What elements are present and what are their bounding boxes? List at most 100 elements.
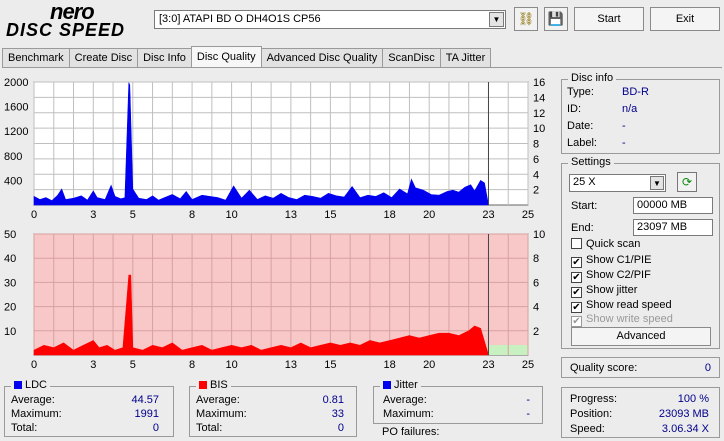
y-left-tick-label: 20 bbox=[4, 302, 16, 314]
progress-label: Progress: bbox=[570, 393, 618, 405]
x-tick-label: 10 bbox=[225, 359, 237, 371]
y-right-tick-label: 10 bbox=[533, 229, 545, 241]
tab-benchmark[interactable]: Benchmark bbox=[2, 48, 70, 67]
x-tick-label: 0 bbox=[31, 359, 37, 371]
chevron-down-icon[interactable]: ▼ bbox=[489, 12, 504, 27]
ldc-title-text: LDC bbox=[25, 379, 48, 391]
jitter-title: Jitter bbox=[380, 379, 421, 391]
quality-score-label: Quality score: bbox=[570, 362, 638, 374]
checkmark-icon: ✔ bbox=[571, 257, 582, 268]
quality-score-value: 0 bbox=[704, 362, 711, 374]
y-left-tick-label: 400 bbox=[4, 175, 22, 187]
tab-divider bbox=[2, 67, 722, 68]
tab-advanced-disc-quality[interactable]: Advanced Disc Quality bbox=[260, 48, 384, 67]
ldc-color-swatch bbox=[14, 381, 22, 390]
exit-button[interactable]: Exit bbox=[650, 7, 720, 31]
refresh-speed-button[interactable]: ⟳ bbox=[677, 172, 697, 192]
y-right-tick-label: 12 bbox=[533, 108, 545, 120]
y-right-tick-label: 6 bbox=[533, 154, 539, 166]
bis-total-value: 0 bbox=[337, 422, 344, 434]
show-jitter-label: Show jitter bbox=[586, 284, 638, 296]
x-tick-label: 25 bbox=[522, 359, 534, 371]
jitter-avg-value: - bbox=[526, 394, 530, 406]
x-tick-label: 15 bbox=[324, 209, 336, 221]
checkmark-icon: ✔ bbox=[571, 302, 582, 313]
x-tick-label: 15 bbox=[324, 359, 336, 371]
x-tick-label: 8 bbox=[189, 359, 195, 371]
y-right-tick-label: 8 bbox=[533, 253, 539, 265]
drive-link-icon: ⛓ bbox=[517, 11, 535, 26]
y-right-tick-label: 14 bbox=[533, 92, 545, 104]
x-tick-label: 20 bbox=[423, 209, 435, 221]
position-value: 23093 MB bbox=[658, 408, 709, 420]
checkmark-icon: ✔ bbox=[571, 287, 582, 298]
x-tick-label: 13 bbox=[285, 359, 297, 371]
progress-box: Progress: 100 % Position: 23093 MB Speed… bbox=[561, 387, 720, 438]
bis-max-value: 33 bbox=[331, 408, 344, 420]
show-read-speed-checkbox[interactable]: ✔ Show read speed bbox=[571, 299, 672, 313]
show-c2-checkbox[interactable]: ✔ Show C2/PIF bbox=[571, 269, 651, 283]
show-c1-checkbox[interactable]: ✔ Show C1/PIE bbox=[571, 254, 651, 268]
refresh-icon: ⟳ bbox=[681, 175, 693, 189]
bis-title: BIS bbox=[196, 379, 231, 391]
ldc-total-label: Total: bbox=[11, 422, 38, 434]
x-tick-label: 10 bbox=[225, 209, 237, 221]
save-button[interactable]: 💾 bbox=[544, 7, 568, 31]
quick-scan-checkbox[interactable]: Quick scan bbox=[571, 238, 640, 250]
tab-ta-jitter[interactable]: TA Jitter bbox=[439, 48, 492, 67]
speed-select-value: 25 X bbox=[573, 176, 596, 188]
tab-scandisc[interactable]: ScanDisc bbox=[382, 48, 441, 67]
y-left-tick-label: 50 bbox=[4, 229, 16, 241]
start-input[interactable]: 00000 MB bbox=[633, 197, 713, 214]
ldc-title: LDC bbox=[11, 379, 51, 391]
tab-disc-quality[interactable]: Disc Quality bbox=[190, 46, 262, 67]
tab-bar: Benchmark Create Disc Disc Info Disc Qua… bbox=[2, 46, 492, 67]
y-left-tick-label: 1200 bbox=[4, 126, 28, 138]
refresh-drives-button[interactable]: ⛓ bbox=[514, 7, 538, 31]
jitter-color-swatch bbox=[383, 381, 391, 390]
x-tick-label: 25 bbox=[522, 209, 534, 221]
logo-discspeed-text: DISC SPEED bbox=[6, 20, 126, 40]
tab-disc-info[interactable]: Disc Info bbox=[137, 48, 192, 67]
jitter-avg-label: Average: bbox=[383, 394, 427, 406]
bis-total-label: Total: bbox=[196, 422, 223, 434]
y-left-tick-label: 40 bbox=[4, 253, 16, 265]
ldc-avg-value: 44.57 bbox=[131, 394, 159, 406]
quick-scan-label: Quick scan bbox=[586, 238, 641, 250]
y-left-tick-label: 2000 bbox=[4, 77, 28, 89]
x-tick-label: 0 bbox=[31, 209, 37, 221]
y-left-tick-label: 800 bbox=[4, 151, 22, 163]
ldc-max-label: Maximum: bbox=[11, 408, 62, 420]
advanced-button[interactable]: Advanced bbox=[571, 327, 711, 346]
tab-create-disc[interactable]: Create Disc bbox=[68, 48, 139, 67]
x-tick-label: 5 bbox=[130, 209, 136, 221]
show-c1-label: Show C1/PIE bbox=[586, 254, 652, 266]
x-tick-label: 13 bbox=[285, 209, 297, 221]
type-label: Type: bbox=[567, 86, 594, 98]
show-jitter-checkbox[interactable]: ✔ Show jitter bbox=[571, 284, 637, 298]
drive-select[interactable]: [3:0] ATAPI BD O DH4O1S CP56 ▼ bbox=[154, 10, 506, 29]
progress-value: 100 % bbox=[677, 393, 709, 405]
checkbox-unchecked-icon bbox=[571, 238, 582, 249]
speed-value: 3.06.34 X bbox=[661, 423, 709, 435]
jitter-title-text: Jitter bbox=[394, 379, 418, 391]
x-tick-label: 18 bbox=[384, 209, 396, 221]
speed-select[interactable]: 25 X ▼ bbox=[569, 174, 666, 192]
y-left-tick-label: 1600 bbox=[4, 102, 28, 114]
label-value: - bbox=[622, 137, 626, 149]
y-right-tick-label: 6 bbox=[533, 277, 539, 289]
ldc-stats-group: LDC Average: 44.57 Maximum: 1991 Total: … bbox=[4, 379, 174, 437]
y-right-tick-label: 2 bbox=[533, 326, 539, 338]
chevron-down-icon[interactable]: ▼ bbox=[650, 176, 664, 190]
x-tick-label: 18 bbox=[384, 359, 396, 371]
end-input[interactable]: 23097 MB bbox=[633, 219, 713, 236]
x-tick-label: 20 bbox=[423, 359, 435, 371]
y-left-tick-label: 10 bbox=[4, 326, 16, 338]
ldc-chart: 2000160012008004001614121086420 3 5 8 10 13 15… bbox=[4, 77, 545, 221]
x-tick-label: 5 bbox=[130, 359, 136, 371]
id-label: ID: bbox=[567, 103, 582, 115]
start-button[interactable]: Start bbox=[574, 7, 644, 31]
bis-avg-label: Average: bbox=[196, 394, 240, 406]
checkmark-icon: ✔ bbox=[571, 272, 582, 283]
speed-label: Speed: bbox=[570, 423, 605, 435]
